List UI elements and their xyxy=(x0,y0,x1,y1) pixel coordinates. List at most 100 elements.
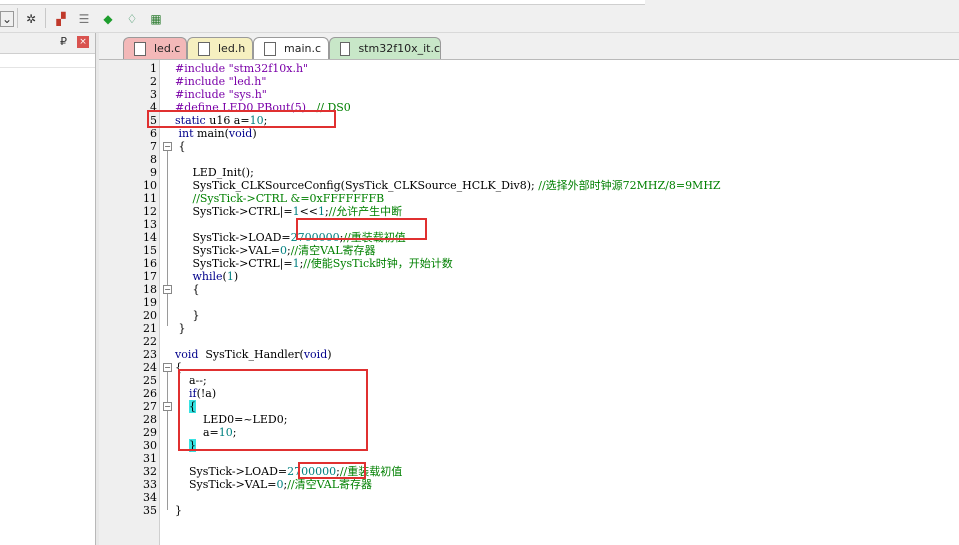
tab-label: led.h xyxy=(218,42,246,55)
code-token: 0 xyxy=(279,244,287,257)
magic-wand-icon[interactable]: ✲ xyxy=(22,10,40,28)
line-number: 2 xyxy=(150,75,157,88)
code-token: //清空VAL寄存器 xyxy=(290,244,376,257)
code-line[interactable]: 23 void SysTick_Handler(void) xyxy=(99,348,959,361)
tab-led-c[interactable]: led.c xyxy=(123,37,187,59)
code-token: //选择外部时钟源72MHZ/8=9MHZ xyxy=(538,179,721,192)
line-number: 8 xyxy=(150,153,157,166)
gem-icon[interactable]: ♢ xyxy=(123,10,141,28)
code-token: "stm32f10x.h" xyxy=(228,62,309,75)
code-line[interactable]: 7− { xyxy=(99,140,959,153)
code-token: LED_Init(); xyxy=(175,166,254,179)
code-token: #include xyxy=(175,62,229,75)
fold-toggle-icon[interactable]: − xyxy=(163,285,172,294)
tab-stm32f10x-it-c[interactable]: stm32f10x_it.c xyxy=(329,37,441,59)
code-token: #include xyxy=(175,75,229,88)
line-number: 31 xyxy=(143,452,157,465)
code-line[interactable]: 18− { xyxy=(99,283,959,296)
line-number: 14 xyxy=(143,231,157,244)
code-text: { xyxy=(175,283,199,296)
code-text: SysTick->VAL=0;//清空VAL寄存器 xyxy=(175,244,376,257)
code-line[interactable]: 32 SysTick->LOAD=2700000;//重装载初值 xyxy=(99,465,959,478)
code-line[interactable]: 12 SysTick->CTRL|=1<<1;//允许产生中断 xyxy=(99,205,959,218)
code-line[interactable]: 35} xyxy=(99,504,959,517)
tab-label: led.c xyxy=(154,42,181,55)
code-line[interactable]: 16 SysTick->CTRL|=1;//使能SysTick时钟，开始计数 xyxy=(99,257,959,270)
code-line[interactable]: 34 xyxy=(99,491,959,504)
line-number: 7 xyxy=(150,140,157,153)
line-number: 6 xyxy=(150,127,157,140)
line-number: 12 xyxy=(143,205,157,218)
code-token: 1 xyxy=(226,270,234,283)
code-line[interactable]: 17 while(1) xyxy=(99,270,959,283)
code-line[interactable]: 6 int main(void) xyxy=(99,127,959,140)
code-editor[interactable]: 1 #include "stm32f10x.h" 2 #include "led.h"… xyxy=(99,60,959,545)
code-line[interactable]: 14 SysTick->LOAD=2700000;//重装载初值 xyxy=(99,231,959,244)
code-token: //清空VAL寄存器 xyxy=(287,478,373,491)
fold-toggle-icon[interactable]: − xyxy=(163,402,172,411)
line-number: 32 xyxy=(143,465,157,478)
line-number: 3 xyxy=(150,88,157,101)
flash-icon[interactable]: ▦ xyxy=(147,10,165,28)
code-text: SysTick->CTRL|=1;//使能SysTick时钟，开始计数 xyxy=(175,257,453,270)
code-line[interactable]: 22 xyxy=(99,335,959,348)
code-token: while xyxy=(192,270,223,283)
code-line[interactable]: 1 #include "stm32f10x.h" xyxy=(99,62,959,75)
code-line[interactable]: 9 LED_Init(); xyxy=(99,166,959,179)
code-line[interactable]: 8 xyxy=(99,153,959,166)
code-line[interactable]: 15 SysTick->VAL=0;//清空VAL寄存器 xyxy=(99,244,959,257)
top-strip xyxy=(0,0,645,5)
code-token: //允许产生中断 xyxy=(328,205,403,218)
code-line[interactable]: 13 xyxy=(99,218,959,231)
code-text: #include "stm32f10x.h" xyxy=(175,62,308,75)
code-text: { xyxy=(175,140,185,153)
file-icon xyxy=(264,41,276,56)
close-icon[interactable]: × xyxy=(77,36,89,48)
fold-toggle-icon[interactable]: − xyxy=(163,363,172,372)
code-text: #include "led.h" xyxy=(175,75,266,88)
tab-label: main.c xyxy=(284,42,322,55)
project-panel: ₽ × xyxy=(0,33,96,545)
code-token: void xyxy=(303,348,328,361)
dropdown-icon[interactable]: ⌄ xyxy=(0,11,14,27)
code-token: ) xyxy=(252,127,257,140)
line-number: 1 xyxy=(150,62,157,75)
line-number: 16 xyxy=(143,257,157,270)
code-token: SysTick->VAL= xyxy=(175,478,277,491)
code-line[interactable]: 10 SysTick_CLKSourceConfig(SysTick_CLKSo… xyxy=(99,179,959,192)
code-line[interactable]: 31 xyxy=(99,452,959,465)
code-token: } xyxy=(175,322,186,335)
fold-toggle-icon[interactable]: − xyxy=(163,142,172,151)
code-line[interactable]: 11 //SysTick->CTRL &=0xFFFFFFFB xyxy=(99,192,959,205)
code-text: SysTick->VAL=0;//清空VAL寄存器 xyxy=(175,478,372,491)
diamond-green-icon[interactable]: ◆ xyxy=(99,10,117,28)
build-icon[interactable]: ▞ xyxy=(52,10,70,28)
code-text: #include "sys.h" xyxy=(175,88,267,101)
line-number: 33 xyxy=(143,478,157,491)
line-number: 17 xyxy=(143,270,157,283)
rebuild-icon[interactable]: ☰ xyxy=(75,10,93,28)
code-line[interactable]: 21 } xyxy=(99,322,959,335)
code-line[interactable]: 33 SysTick->VAL=0;//清空VAL寄存器 xyxy=(99,478,959,491)
code-line[interactable]: 19 xyxy=(99,296,959,309)
code-token: //使能SysTick时钟，开始计数 xyxy=(303,257,453,270)
line-number: 11 xyxy=(143,192,157,205)
line-number: 10 xyxy=(143,179,157,192)
code-text: SysTick->CTRL|=1<<1;//允许产生中断 xyxy=(175,205,402,218)
code-line[interactable]: 20 } xyxy=(99,309,959,322)
tab-main-c[interactable]: main.c xyxy=(253,37,329,59)
pin-icon[interactable]: ₽ xyxy=(60,35,67,48)
tab-label: stm32f10x_it.c xyxy=(358,42,440,55)
code-token: void xyxy=(175,348,199,361)
line-number: 22 xyxy=(143,335,157,348)
line-number: 28 xyxy=(143,413,157,426)
line-number: 9 xyxy=(150,166,157,179)
code-line[interactable]: 2 #include "led.h" xyxy=(99,75,959,88)
line-number: 27 xyxy=(143,400,157,413)
toolbar-separator xyxy=(45,8,46,28)
code-token: int xyxy=(178,127,194,140)
tab-led-h[interactable]: led.h xyxy=(187,37,253,59)
code-token: void xyxy=(228,127,253,140)
code-line[interactable]: 3 #include "sys.h" xyxy=(99,88,959,101)
